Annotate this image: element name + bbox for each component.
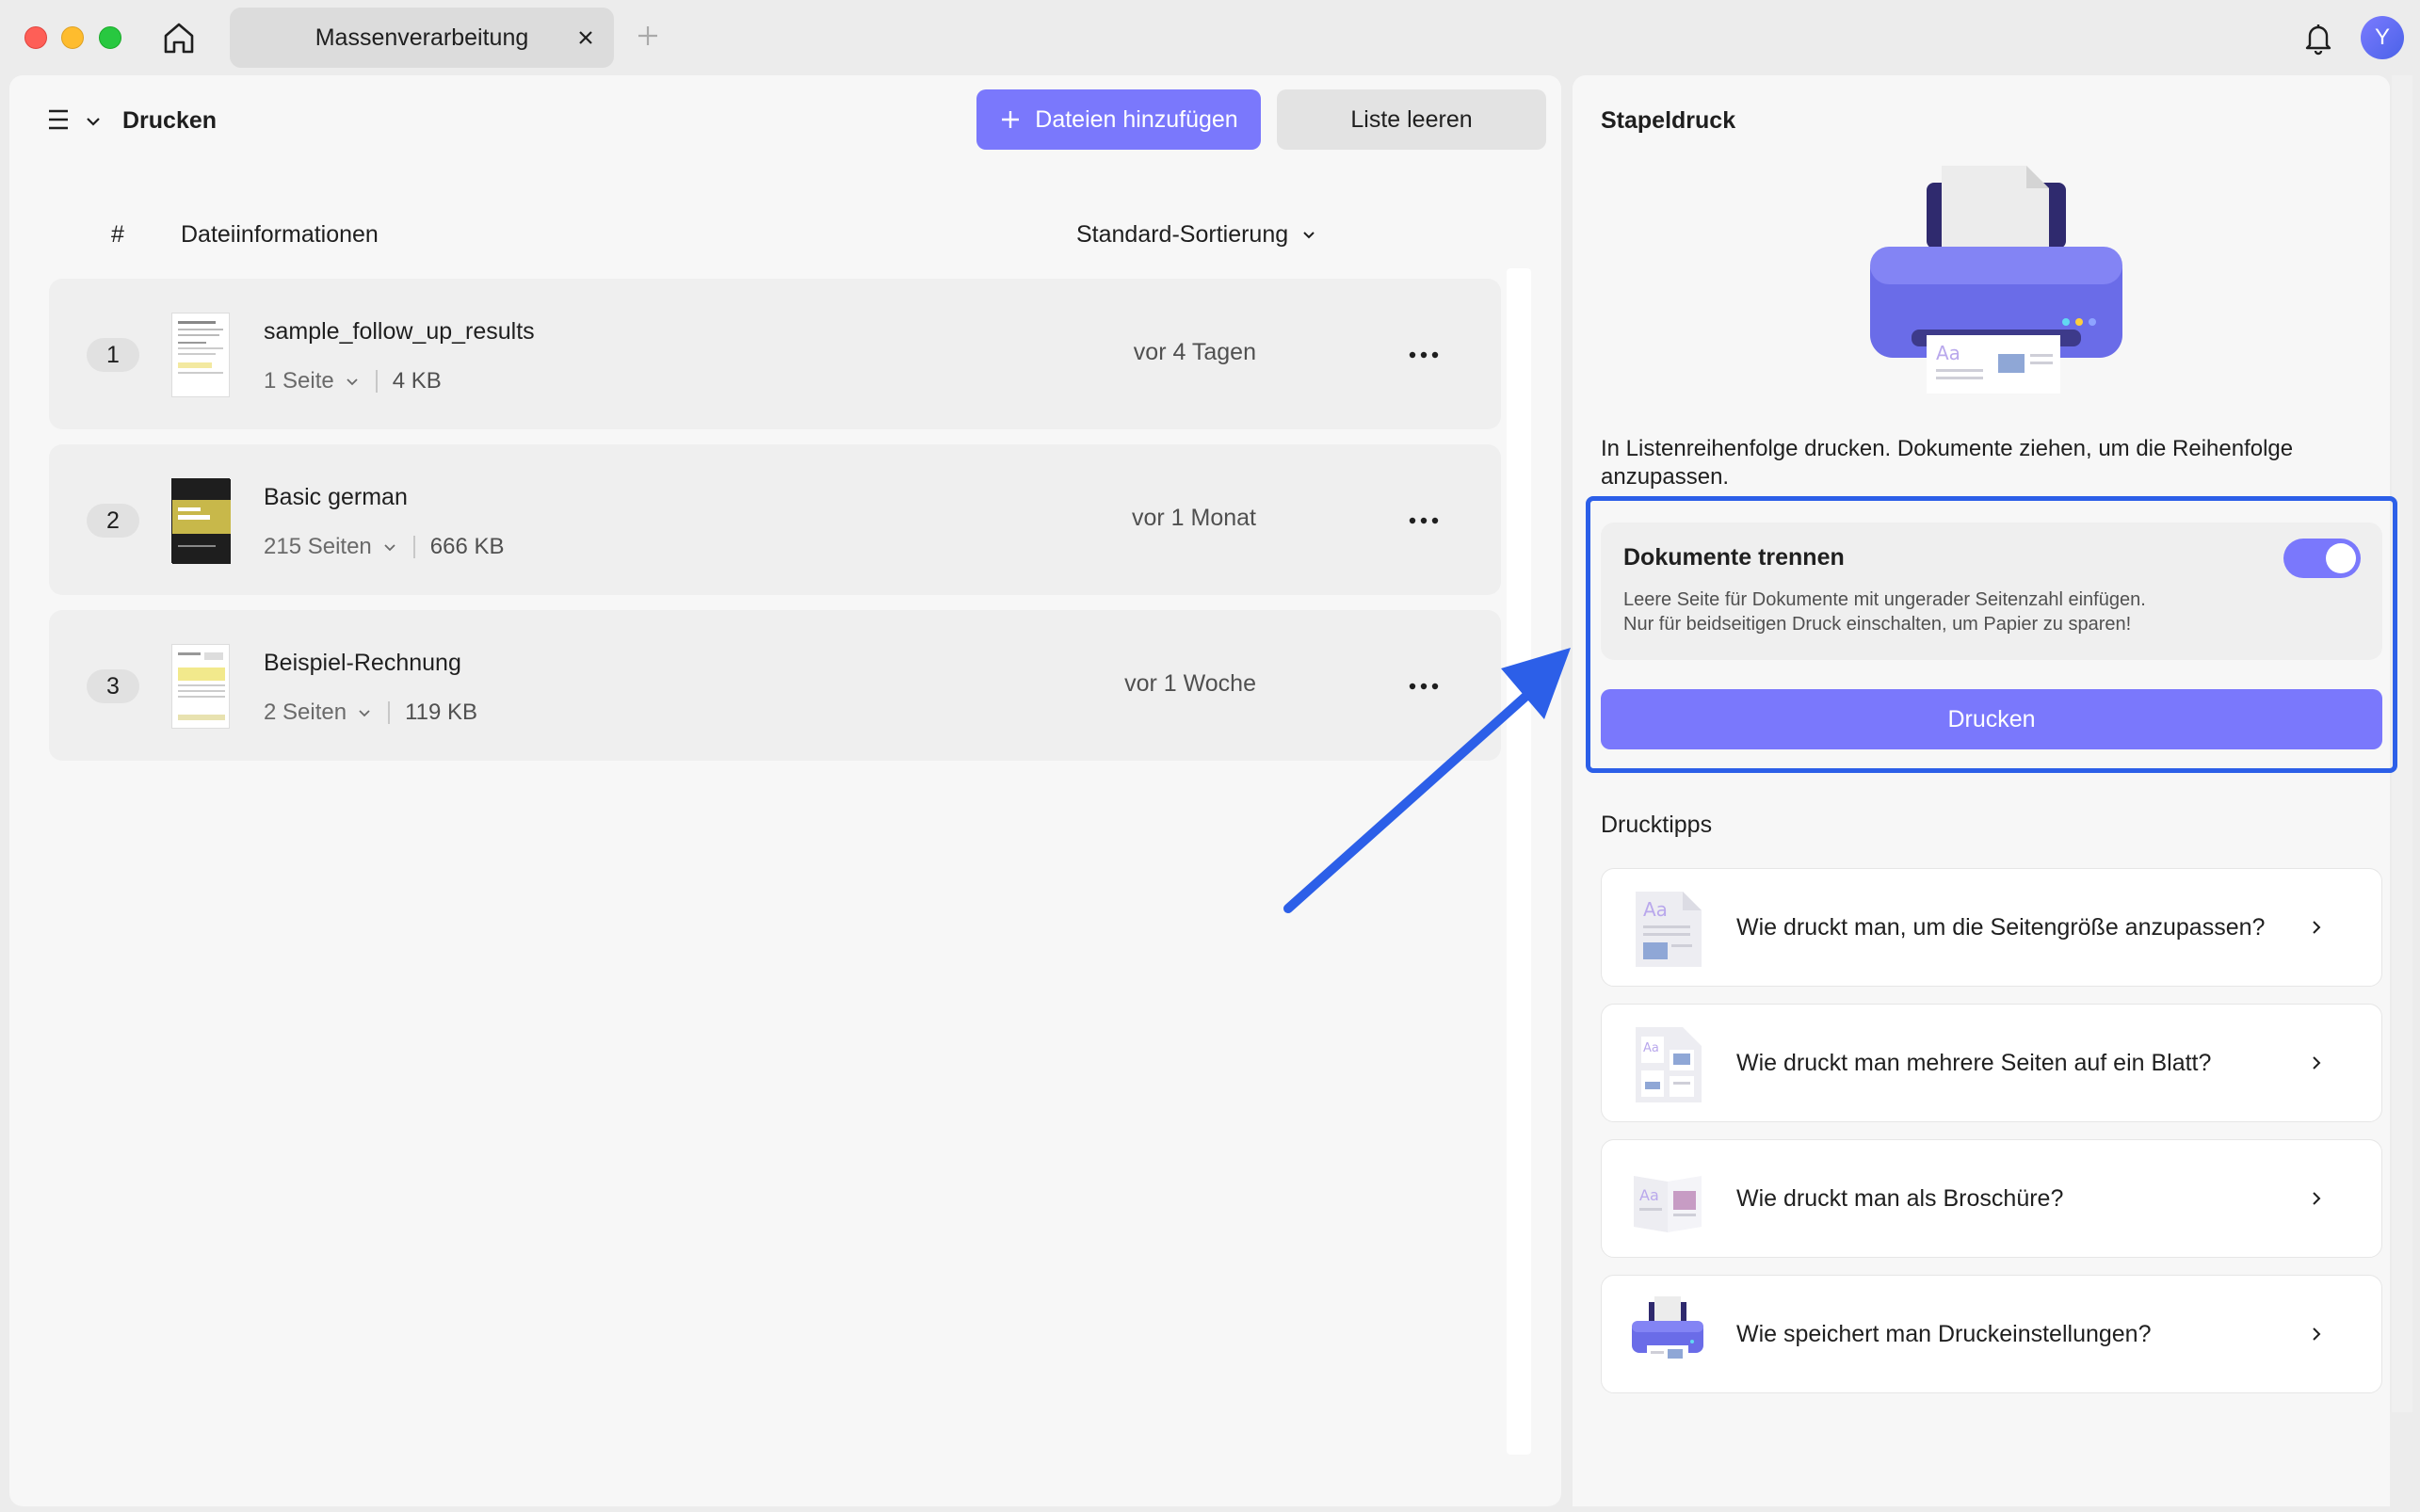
- file-name: Basic german: [264, 484, 408, 510]
- clear-list-button[interactable]: Liste leeren: [1277, 89, 1546, 150]
- page-count: 2 Seiten: [264, 700, 347, 725]
- chevron-down-icon[interactable]: [381, 539, 398, 555]
- file-meta: 215 Seiten 666 KB: [264, 534, 505, 560]
- more-options-icon[interactable]: [1405, 507, 1443, 535]
- page-size-icon: Aa: [1630, 888, 1705, 969]
- page-count-dropdown[interactable]: 2 Seiten: [264, 700, 347, 726]
- file-thumbnail: [171, 644, 230, 729]
- divider: [375, 370, 378, 393]
- file-size: 119 KB: [405, 700, 478, 725]
- printer-icon: [1630, 1295, 1705, 1375]
- home-icon[interactable]: [158, 17, 200, 58]
- chevron-down-icon[interactable]: [83, 111, 104, 132]
- svg-text:Aa: Aa: [1643, 1041, 1659, 1055]
- sort-dropdown[interactable]: Standard-Sortierung: [1076, 221, 1318, 249]
- batch-print-description: In Listenreihenfolge drucken. Dokumente …: [1601, 436, 2294, 490]
- page-title: Drucken: [122, 107, 218, 134]
- chevron-right-icon: [2306, 1050, 2327, 1076]
- close-icon[interactable]: [571, 23, 601, 53]
- tip-multiple-pages[interactable]: Aa Wie druckt man mehrere Seiten auf ein…: [1601, 1004, 2382, 1122]
- separate-documents-toggle[interactable]: [2283, 539, 2361, 578]
- file-meta: 1 Seite 4 KB: [264, 368, 442, 394]
- separate-documents-title: Dokumente trennen: [1623, 544, 1845, 571]
- separate-documents-line2: Nur für beidseitigen Druck einschalten, …: [1623, 614, 2132, 635]
- print-button-label: Drucken: [1947, 705, 2036, 732]
- chevron-right-icon: [2306, 1321, 2327, 1347]
- print-button[interactable]: Drucken: [1601, 689, 2382, 749]
- file-date: vor 1 Monat: [1131, 505, 1256, 531]
- bell-icon[interactable]: [2298, 17, 2339, 58]
- row-number: 3: [87, 669, 139, 703]
- panel-title: Stapeldruck: [1601, 107, 1736, 134]
- minimize-window-button[interactable]: [61, 26, 84, 49]
- tip-label: Wie druckt man mehrere Seiten auf ein Bl…: [1736, 1050, 2212, 1076]
- more-options-icon[interactable]: [1405, 341, 1443, 369]
- separate-documents-description: Leere Seite für Dokumente mit ungerader …: [1623, 587, 2283, 636]
- menu-icon[interactable]: [45, 105, 73, 134]
- printer-illustration: Aa: [1864, 160, 2128, 395]
- tip-label: Wie speichert man Druckeinstellungen?: [1736, 1321, 2152, 1347]
- file-row[interactable]: 2 Basic german 215 Seiten 666 KB vor 1 M…: [49, 444, 1501, 595]
- divider: [388, 701, 391, 724]
- tip-page-size[interactable]: Aa Wie druckt man, um die Seitengröße an…: [1601, 868, 2382, 987]
- file-size: 666 KB: [429, 534, 505, 559]
- add-files-label: Dateien hinzufügen: [1035, 105, 1238, 133]
- close-window-button[interactable]: [24, 26, 47, 49]
- file-thumbnail: [171, 478, 231, 564]
- file-name: sample_follow_up_results: [264, 318, 535, 345]
- tip-label: Wie druckt man, um die Seitengröße anzup…: [1736, 914, 2266, 941]
- file-thumbnail: [171, 313, 230, 397]
- annotation-arrow-icon: [1262, 640, 1582, 923]
- page-count-dropdown[interactable]: 1 Seite: [264, 368, 334, 394]
- title-bar: Massenverarbeitung Y: [0, 0, 2420, 75]
- chevron-right-icon: [2306, 1185, 2327, 1212]
- tab-label: Massenverarbeitung: [315, 24, 529, 51]
- chevron-down-icon: [1303, 231, 1315, 238]
- page-count-dropdown[interactable]: 215 Seiten: [264, 534, 372, 560]
- new-tab-icon[interactable]: [633, 21, 663, 51]
- separate-documents-line1: Leere Seite für Dokumente mit ungerader …: [1623, 589, 2146, 610]
- chevron-down-icon[interactable]: [344, 373, 361, 390]
- tip-save-settings[interactable]: Wie speichert man Druckeinstellungen?: [1601, 1275, 2382, 1393]
- add-files-button[interactable]: Dateien hinzufügen: [976, 89, 1261, 150]
- tab-massenverarbeitung[interactable]: Massenverarbeitung: [230, 8, 614, 68]
- avatar[interactable]: Y: [2361, 16, 2404, 59]
- file-date: vor 1 Woche: [1124, 670, 1256, 697]
- print-tips-title: Drucktipps: [1601, 812, 1713, 838]
- svg-text:Aa: Aa: [1643, 898, 1668, 921]
- clear-list-label: Liste leeren: [1350, 105, 1473, 133]
- tip-booklet[interactable]: Aa Wie druckt man als Broschüre?: [1601, 1139, 2382, 1258]
- booklet-icon: Aa: [1630, 1159, 1705, 1240]
- row-number: 1: [87, 338, 139, 372]
- page-count: 215 Seiten: [264, 534, 372, 559]
- row-number: 2: [87, 504, 139, 538]
- column-header-file-info: Dateiinformationen: [181, 221, 379, 248]
- plus-icon: [1002, 111, 1020, 128]
- toggle-knob: [2326, 543, 2356, 573]
- chevron-right-icon: [2306, 914, 2327, 941]
- sort-label: Standard-Sortierung: [1076, 221, 1289, 248]
- file-size: 4 KB: [392, 368, 442, 394]
- chevron-down-icon[interactable]: [356, 704, 373, 721]
- column-header-number: #: [111, 221, 124, 248]
- file-name: Beispiel-Rechnung: [264, 650, 461, 676]
- file-date: vor 4 Tagen: [1133, 339, 1256, 365]
- svg-text:Aa: Aa: [1639, 1186, 1659, 1204]
- file-row[interactable]: 1 sample_follow_up_results 1 Seite 4 KB …: [49, 279, 1501, 429]
- divider: [412, 536, 415, 558]
- multi-page-icon: Aa: [1630, 1023, 1705, 1104]
- tip-label: Wie druckt man als Broschüre?: [1736, 1185, 2064, 1212]
- maximize-window-button[interactable]: [99, 26, 121, 49]
- svg-text:Aa: Aa: [1936, 342, 1960, 364]
- file-meta: 2 Seiten 119 KB: [264, 700, 477, 726]
- page-count: 1 Seite: [264, 368, 334, 394]
